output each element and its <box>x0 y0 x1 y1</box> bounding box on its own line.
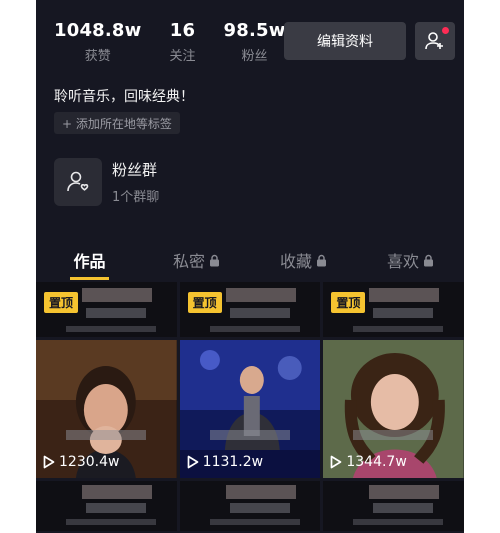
view-count-text: 1131.2w <box>202 454 264 470</box>
add-tag-chip[interactable]: + 添加所在地等标签 <box>54 112 180 134</box>
video-grid: 置顶 置顶 置顶 1230.4w 1131.2w 1344.7w <box>36 282 464 533</box>
pinned-badge: 置顶 <box>44 292 79 313</box>
view-count: 1131.2w <box>187 454 263 470</box>
video-thumbnail[interactable]: 1230.4w <box>36 340 177 478</box>
stat-following[interactable]: 16 关注 <box>170 20 196 64</box>
blurred-caption <box>66 519 156 525</box>
view-count: 1344.7w <box>330 454 407 470</box>
video-thumbnail[interactable]: 置顶 <box>323 282 464 337</box>
video-thumbnail[interactable]: 1131.2w <box>179 340 321 478</box>
blurred-caption <box>66 326 156 332</box>
video-thumbnail[interactable] <box>179 481 321 531</box>
fan-group-entry[interactable]: 粉丝群 1个群聊 <box>54 158 159 206</box>
blurred-caption <box>353 326 444 332</box>
blurred-caption <box>225 288 296 302</box>
profile-tabs: 作品 私密 收藏 喜欢 <box>36 240 464 280</box>
stat-label: 粉丝 <box>241 49 268 64</box>
video-thumbnail[interactable] <box>323 481 464 531</box>
pinned-badge: 置顶 <box>331 292 366 313</box>
notification-dot <box>442 27 449 34</box>
view-count-text: 1344.7w <box>346 454 407 470</box>
blurred-caption <box>86 503 146 513</box>
tab-likes[interactable]: 喜欢 <box>357 240 464 280</box>
tab-private[interactable]: 私密 <box>143 240 250 280</box>
stat-likes[interactable]: 1048.8w 获赞 <box>54 20 142 64</box>
play-icon <box>187 455 199 469</box>
stat-value: 1048.8w <box>54 20 142 41</box>
play-icon <box>43 455 55 469</box>
lock-icon <box>209 254 220 267</box>
blurred-caption <box>229 308 290 318</box>
video-thumbnail[interactable]: 1344.7w <box>323 340 464 478</box>
blurred-caption <box>229 503 290 513</box>
fan-group-subtitle: 1个群聊 <box>112 190 160 205</box>
blurred-caption <box>82 485 152 499</box>
edit-profile-button[interactable]: 编辑资料 <box>284 22 406 60</box>
blurred-caption <box>209 326 300 332</box>
stat-label: 关注 <box>169 49 196 64</box>
profile-screen: 1048.8w 获赞 16 关注 98.5w 粉丝 编辑资料 聆听音乐，回味经典… <box>36 0 464 533</box>
lock-icon <box>423 254 434 267</box>
fan-group-title: 粉丝群 <box>112 161 158 179</box>
blurred-caption <box>353 430 434 440</box>
blurred-caption <box>369 288 440 302</box>
blurred-caption <box>373 308 434 318</box>
video-thumbnail[interactable]: 置顶 <box>179 282 321 337</box>
tab-favorites[interactable]: 收藏 <box>250 240 357 280</box>
view-count: 1230.4w <box>43 454 119 470</box>
view-count-text: 1230.4w <box>59 454 120 470</box>
stat-followers[interactable]: 98.5w 粉丝 <box>224 20 286 64</box>
blurred-caption <box>82 288 152 302</box>
fan-group-icon <box>54 158 102 206</box>
play-icon <box>330 455 342 469</box>
tab-label: 作品 <box>73 252 106 271</box>
video-thumbnail[interactable]: 置顶 <box>36 282 177 337</box>
pinned-badge: 置顶 <box>187 292 222 313</box>
blurred-caption <box>66 430 146 440</box>
blurred-caption <box>369 485 440 499</box>
stat-label: 获赞 <box>84 49 111 64</box>
blurred-caption <box>86 308 146 318</box>
blurred-caption <box>209 519 300 525</box>
profile-bio: 聆听音乐，回味经典！ <box>54 89 194 105</box>
stat-value: 98.5w <box>223 20 286 41</box>
tab-label: 私密 <box>172 252 205 271</box>
blurred-caption <box>209 430 290 440</box>
add-friend-button[interactable] <box>415 22 455 60</box>
blurred-caption <box>373 503 434 513</box>
video-thumbnail[interactable] <box>36 481 177 531</box>
tab-works[interactable]: 作品 <box>36 240 143 280</box>
lock-icon <box>316 254 327 267</box>
stat-value: 16 <box>169 20 196 41</box>
profile-stats: 1048.8w 获赞 16 关注 98.5w 粉丝 <box>54 20 286 64</box>
tab-label: 收藏 <box>279 252 312 271</box>
tab-label: 喜欢 <box>386 252 419 271</box>
blurred-caption <box>225 485 296 499</box>
blurred-caption <box>353 519 444 525</box>
